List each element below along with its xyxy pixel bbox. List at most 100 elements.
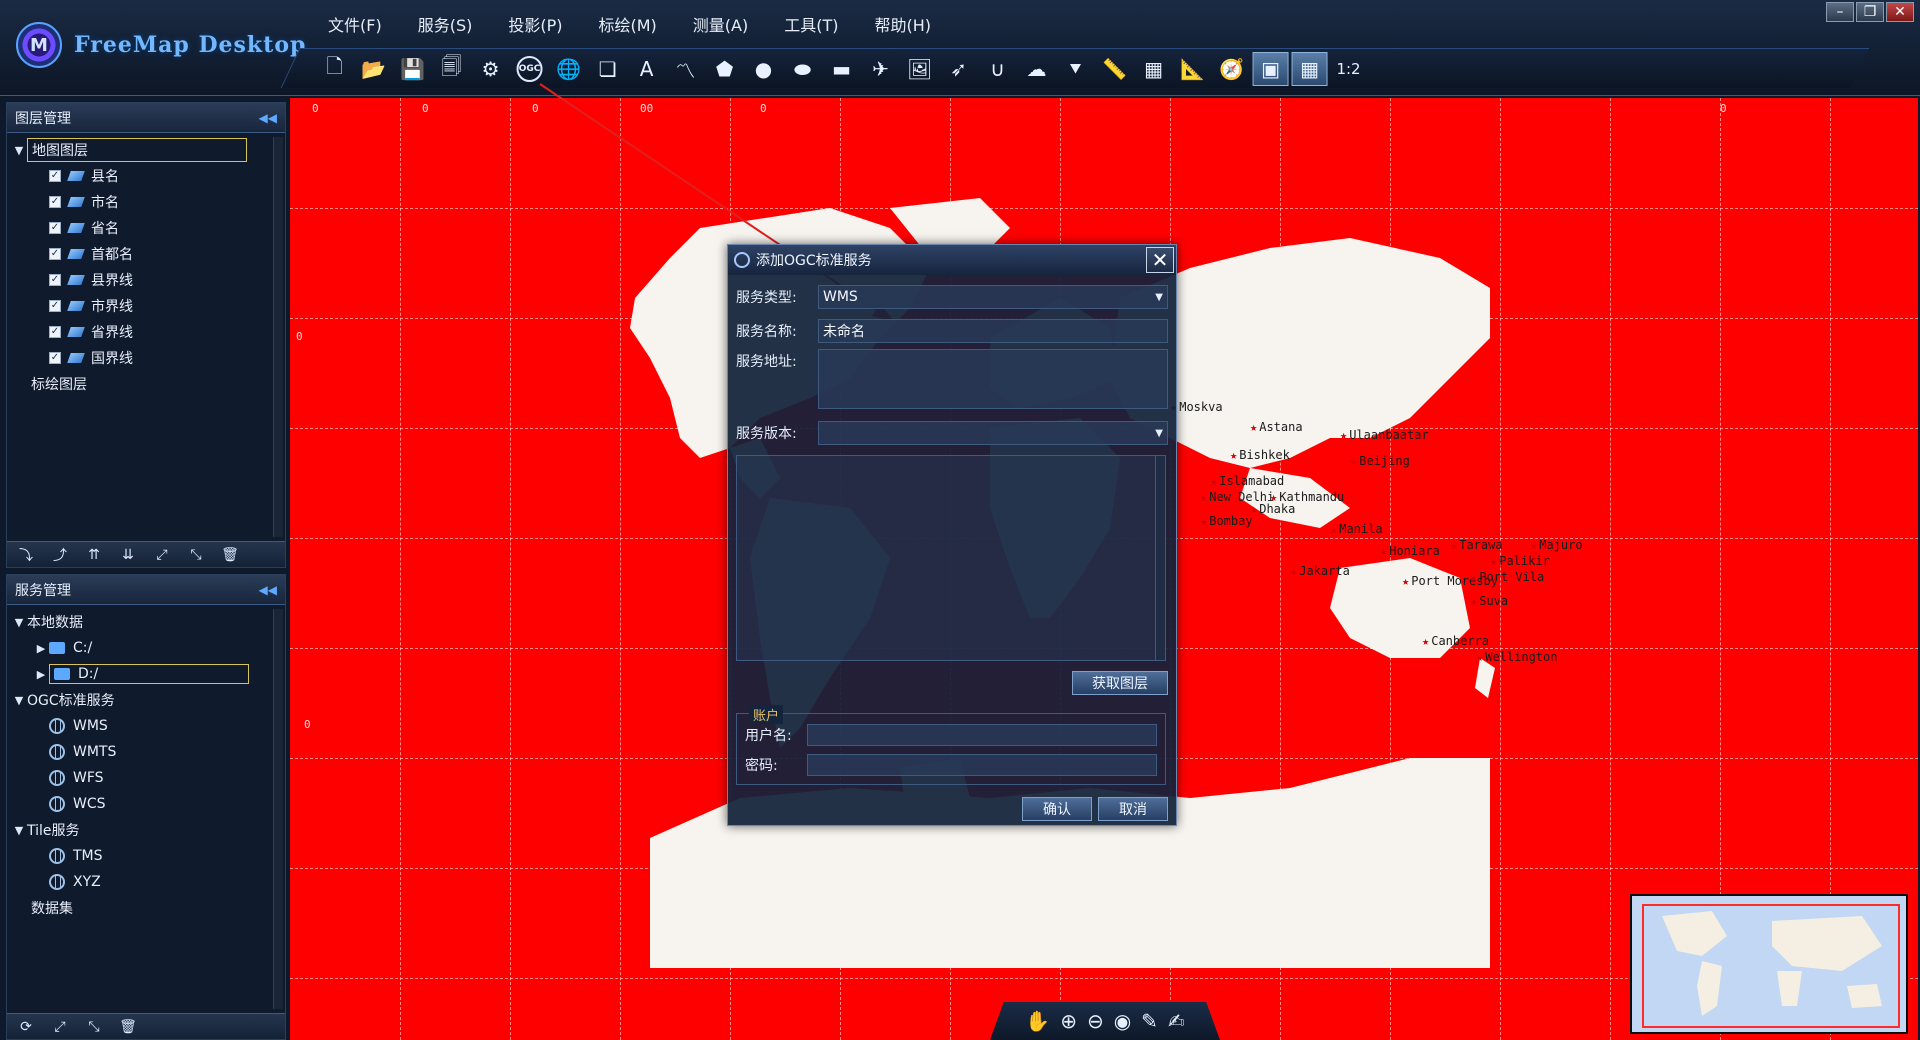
delete-service-icon[interactable]: 🗑	[117, 1019, 139, 1035]
service-item-wfs[interactable]: WFS	[7, 765, 285, 791]
layer-checkbox[interactable]: ✓	[49, 248, 61, 260]
arrow-tool-icon[interactable]: ➶	[941, 52, 977, 86]
area-measure-icon[interactable]: ▦	[1136, 52, 1172, 86]
edit-icon[interactable]: ✎	[1141, 1009, 1158, 1033]
ellipse-tool-icon[interactable]: ⬬	[785, 52, 821, 86]
service-item-wmts[interactable]: WMTS	[7, 739, 285, 765]
expand-all-icon[interactable]: ⤢	[49, 1019, 71, 1035]
edit-save-icon[interactable]: ✍	[1168, 1009, 1185, 1033]
open-folder-icon[interactable]: 📂	[356, 52, 392, 86]
triple-arrow-icon[interactable]: ⯆	[1058, 52, 1094, 86]
service-type-select[interactable]: WMS ▼	[818, 285, 1168, 309]
expand-arrow-icon[interactable]: ▼	[11, 144, 27, 157]
service-version-select[interactable]: ▼	[818, 421, 1168, 445]
text-tool-icon[interactable]: A	[629, 52, 665, 86]
expand-arrow-icon[interactable]: ▼	[11, 694, 27, 707]
layer-checkbox[interactable]: ✓	[49, 326, 61, 338]
service-item-xyz[interactable]: XYZ	[7, 869, 285, 895]
tree-node-local-data[interactable]: ▼ 本地数据	[7, 609, 285, 635]
username-input[interactable]	[807, 724, 1157, 746]
pan-hand-icon[interactable]: ✋	[1025, 1009, 1050, 1033]
tree-node-drive[interactable]: ▶ D:/	[7, 661, 285, 687]
get-layers-button[interactable]: 获取图层	[1072, 671, 1168, 695]
tree-node-ogc-services[interactable]: ▼ OGC标准服务	[7, 687, 285, 713]
full-extent-icon[interactable]: ◉	[1114, 1009, 1131, 1033]
tree-node-annotation-layers[interactable]: 标绘图层	[7, 371, 285, 397]
tree-node-drive[interactable]: ▶ C:/	[7, 635, 285, 661]
service-name-input[interactable]: 未命名	[818, 319, 1168, 343]
layer-item[interactable]: ✓ 市界线	[7, 293, 285, 319]
layer-item[interactable]: ✓ 国界线	[7, 345, 285, 371]
compass-icon[interactable]: 🧭	[1214, 52, 1250, 86]
menu-plot[interactable]: 标绘(M)	[581, 10, 675, 38]
ruler-icon[interactable]: 📏	[1097, 52, 1133, 86]
collapse-icon[interactable]: ◀◀	[259, 111, 277, 125]
layer-checkbox[interactable]: ✓	[49, 352, 61, 364]
circle-tool-icon[interactable]: ●	[746, 52, 782, 86]
collapse-all-icon[interactable]: ⤡	[185, 547, 207, 563]
close-window-icon[interactable]: ✕	[1886, 2, 1914, 22]
cancel-button[interactable]: 取消	[1098, 797, 1168, 821]
service-item-tms[interactable]: TMS	[7, 843, 285, 869]
menu-file[interactable]: 文件(F)	[310, 10, 400, 38]
collapse-icon[interactable]: ◀◀	[259, 583, 277, 597]
menu-projection[interactable]: 投影(P)	[490, 10, 580, 38]
menu-measure[interactable]: 测量(A)	[675, 10, 766, 38]
tree-node-map-layers[interactable]: ▼ 地图图层	[7, 137, 285, 163]
save-icon[interactable]: 💾	[395, 52, 431, 86]
layer-panel-scrollbar[interactable]	[273, 137, 283, 537]
menu-tools[interactable]: 工具(T)	[766, 10, 856, 38]
expand-arrow-icon[interactable]: ▼	[11, 824, 27, 837]
collapsed-arrow-icon[interactable]: ▶	[33, 642, 49, 655]
minimize-icon[interactable]: –	[1826, 2, 1854, 22]
polygon-tool-icon[interactable]: ⬟	[707, 52, 743, 86]
layer-item[interactable]: ✓ 省名	[7, 215, 285, 241]
move-bottom-icon[interactable]: ⇊	[117, 547, 139, 563]
grid-toggle-icon[interactable]: ▦	[1291, 51, 1328, 86]
layer-list-scrollbar[interactable]	[1155, 456, 1165, 660]
overview-extent-rect[interactable]	[1642, 904, 1900, 1028]
layer-checkbox[interactable]: ✓	[49, 170, 61, 182]
delete-layer-icon[interactable]: 🗑	[219, 547, 241, 563]
service-item-wcs[interactable]: WCS	[7, 791, 285, 817]
layer-item[interactable]: ✓ 市名	[7, 189, 285, 215]
zoom-in-icon[interactable]: ⊕	[1060, 1009, 1077, 1033]
layer-item[interactable]: ✓ 县界线	[7, 267, 285, 293]
cloud-shape-icon[interactable]: ☁	[1019, 52, 1055, 86]
rectangle-tool-icon[interactable]: ▬	[824, 52, 860, 86]
expand-all-icon[interactable]: ⤢	[151, 547, 173, 563]
dialog-close-icon[interactable]: ✕	[1146, 247, 1174, 273]
expand-arrow-icon[interactable]: ▼	[11, 616, 27, 629]
import-layer-icon[interactable]: ⤵	[15, 545, 37, 565]
layers-stack-icon[interactable]: ❏	[590, 52, 626, 86]
restore-icon[interactable]: ❐	[1856, 2, 1884, 22]
overview-toggle-icon[interactable]: ▣	[1252, 51, 1289, 86]
menu-service[interactable]: 服务(S)	[400, 10, 491, 38]
layer-checkbox[interactable]: ✓	[49, 222, 61, 234]
polyline-tool-icon[interactable]: 〽	[668, 52, 704, 86]
settings-gear-icon[interactable]: ⚙	[473, 52, 509, 86]
scale-ratio-button[interactable]: 1:2	[1331, 52, 1367, 86]
zoom-out-icon[interactable]: ⊖	[1087, 1009, 1104, 1033]
new-file-icon[interactable]: 🗋	[317, 52, 353, 86]
password-input[interactable]	[807, 754, 1157, 776]
tree-node-tile-services[interactable]: ▼ Tile服务	[7, 817, 285, 843]
layer-item[interactable]: ✓ 首都名	[7, 241, 285, 267]
menu-help[interactable]: 帮助(H)	[857, 10, 950, 38]
collapse-all-icon[interactable]: ⤡	[83, 1019, 105, 1035]
layer-checkbox[interactable]: ✓	[49, 274, 61, 286]
layer-item[interactable]: ✓ 省界线	[7, 319, 285, 345]
refresh-icon[interactable]: ⟳	[15, 1019, 37, 1035]
airplane-icon[interactable]: ✈	[863, 52, 899, 86]
globe-icon[interactable]: 🌐	[551, 52, 587, 86]
scale-bar-icon[interactable]: 📐	[1175, 52, 1211, 86]
image-icon[interactable]: 🖼	[902, 52, 938, 86]
service-url-input[interactable]	[818, 349, 1168, 409]
layer-list-box[interactable]	[736, 455, 1166, 661]
curve-arrow-icon[interactable]: ∪	[980, 52, 1016, 86]
layer-item[interactable]: ✓ 县名	[7, 163, 285, 189]
tree-node-dataset[interactable]: 数据集	[7, 895, 285, 921]
layer-checkbox[interactable]: ✓	[49, 300, 61, 312]
confirm-button[interactable]: 确认	[1022, 797, 1092, 821]
ogc-service-icon[interactable]: OGC	[512, 52, 548, 86]
